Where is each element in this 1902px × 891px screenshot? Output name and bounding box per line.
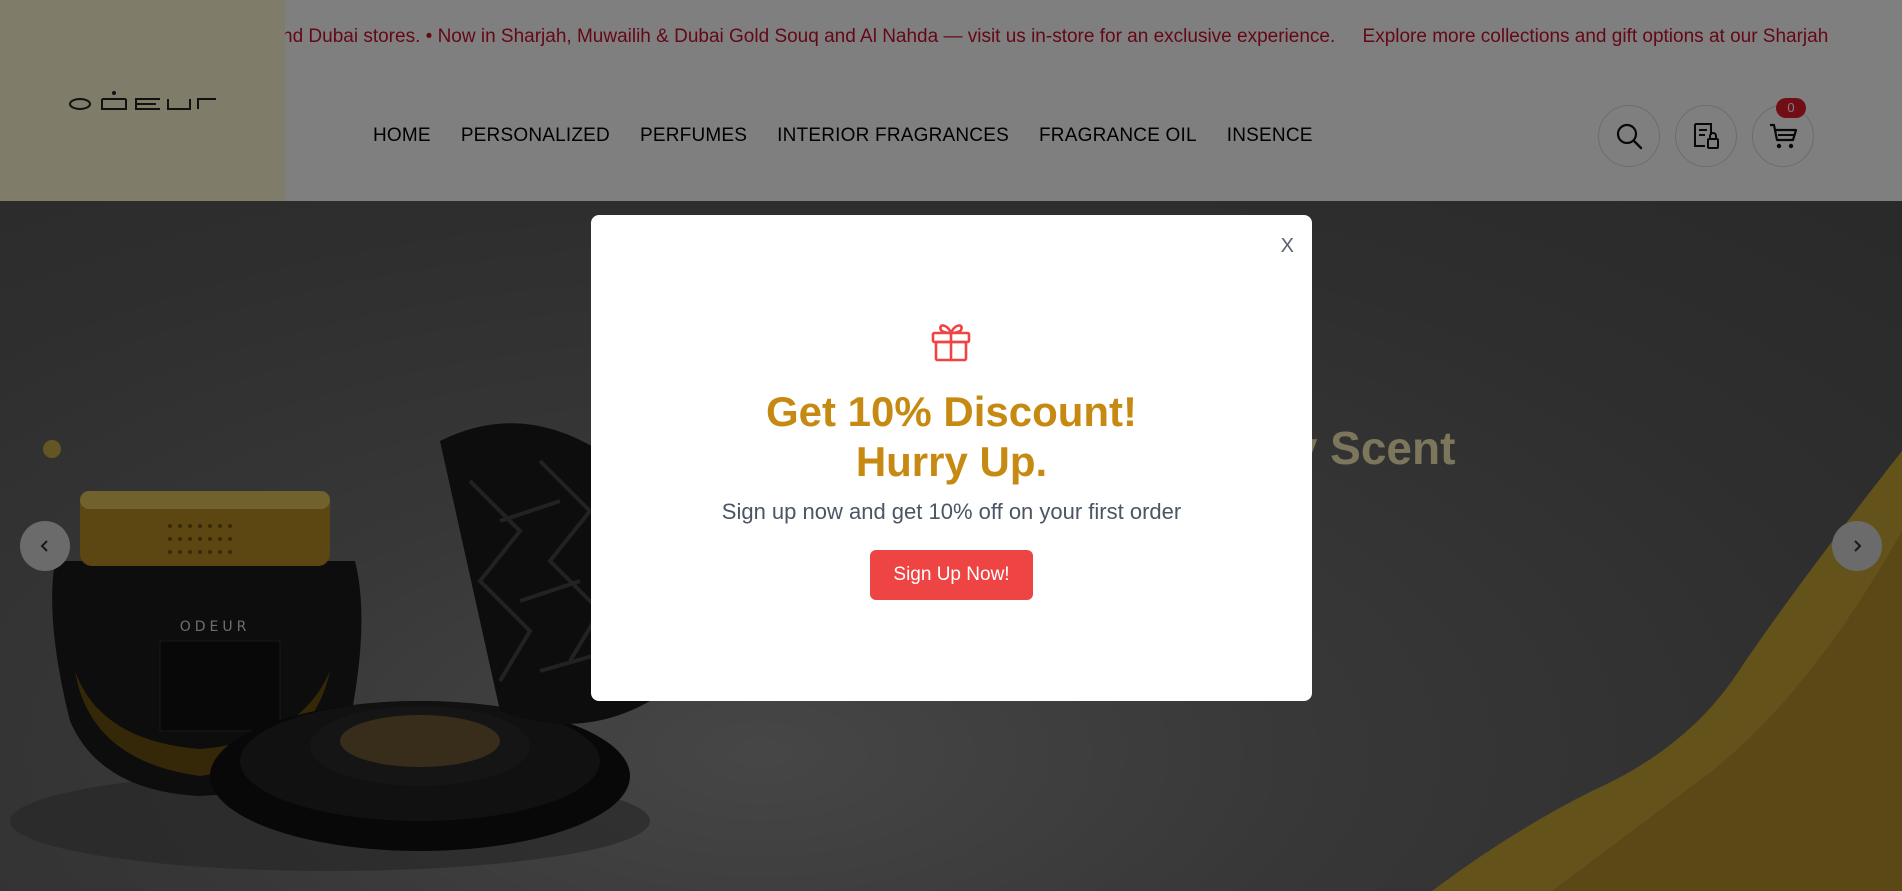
modal-close-button[interactable]: X (1277, 233, 1298, 260)
sign-up-button[interactable]: Sign Up Now! (870, 550, 1033, 600)
modal-heading: Get 10% Discount! Hurry Up. (591, 387, 1312, 487)
modal-heading-line-2: Hurry Up. (855, 438, 1048, 485)
modal-subtext: Sign up now and get 10% off on your firs… (721, 499, 1182, 524)
gift-icon (931, 324, 971, 362)
modal-heading-line-1: Get 10% Discount! (765, 388, 1138, 435)
discount-modal: X Get 10% Discount! Hurry Up. Sign up no… (591, 215, 1312, 701)
